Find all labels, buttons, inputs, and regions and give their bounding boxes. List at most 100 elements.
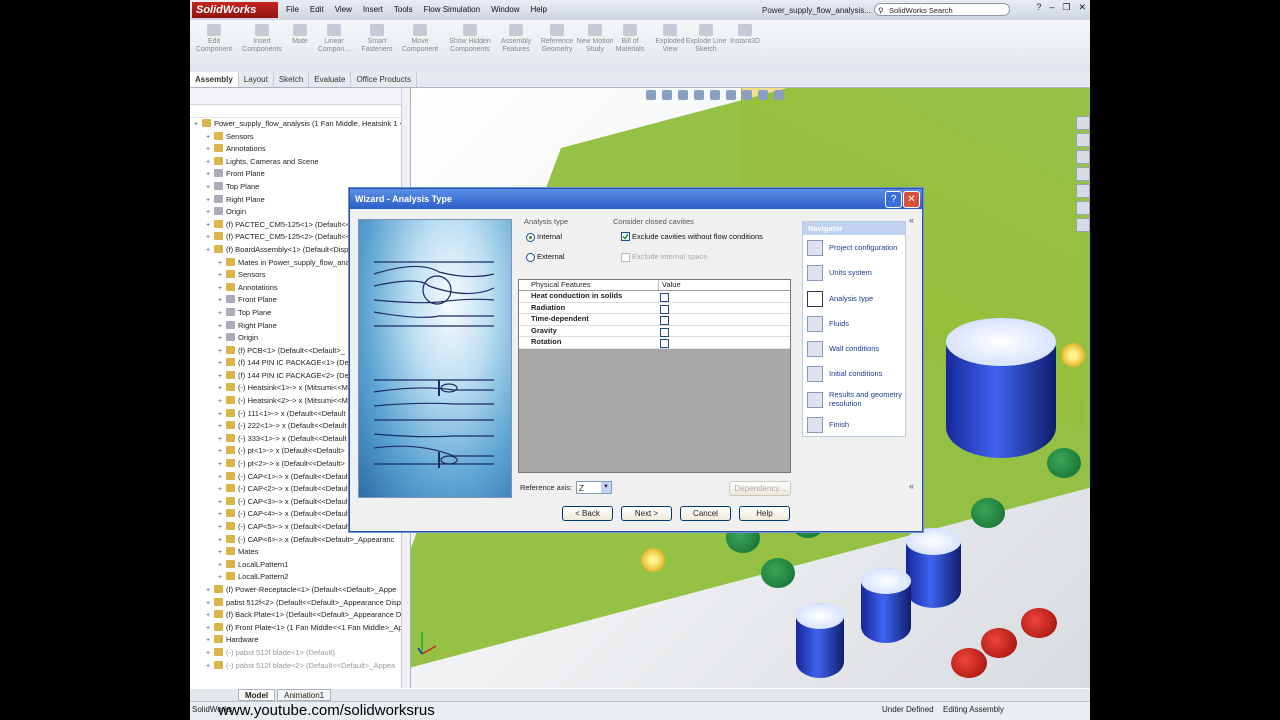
tree-item[interactable]: + (f) Back Plate<1> (Default<<Default>_Ap… xyxy=(190,609,410,622)
menu-view[interactable]: View xyxy=(335,0,352,20)
explode-line-sketch-button[interactable]: Explode Line Sketch xyxy=(684,24,728,54)
section-view-icon[interactable] xyxy=(694,90,704,100)
show-hidden-components-button[interactable]: Show Hidden Components xyxy=(448,24,492,54)
tab-layout[interactable]: Layout xyxy=(239,72,274,87)
tree-item-label: LocalLPattern2 xyxy=(238,572,289,582)
smart-fasteners-button[interactable]: Smart Fasteners xyxy=(355,24,399,54)
axis-triad-icon xyxy=(417,632,437,655)
exclude-no-flow-checkbox[interactable] xyxy=(621,232,630,241)
smart-fasteners-icon xyxy=(370,24,384,36)
menu-flow-simulation[interactable]: Flow Simulation xyxy=(424,0,480,20)
nav-results-resolution[interactable]: Results and geometry resolution xyxy=(803,387,905,412)
tree-item[interactable]: + Mates xyxy=(190,546,410,559)
tab-animation1[interactable]: Animation1 xyxy=(277,689,332,701)
scene-icon[interactable] xyxy=(774,90,784,100)
internal-radio[interactable] xyxy=(526,233,535,242)
menu-insert[interactable]: Insert xyxy=(363,0,383,20)
tree-item[interactable]: + (-) CAP<6>-> x (Default<<Default>_Appea… xyxy=(190,534,410,547)
help-icon[interactable]: ? xyxy=(1036,2,1041,13)
rotation-checkbox[interactable] xyxy=(660,339,669,348)
tree-item[interactable]: + (f) Front Plate<1> (1 Fan Middle<<1 Fan… xyxy=(190,622,410,635)
tree-item[interactable]: + LocalLPattern1 xyxy=(190,559,410,572)
reference-axis-select[interactable]: Z ▼ xyxy=(576,481,612,494)
zoom-to-fit-icon[interactable] xyxy=(646,90,656,100)
menu-tools[interactable]: Tools xyxy=(394,0,413,20)
table-row: Rotation xyxy=(519,337,790,349)
nav-units-system[interactable]: Units system xyxy=(803,260,905,285)
tree-filter[interactable] xyxy=(190,105,410,118)
tree-item-label: (-) 111<1>-> x (Default<<Default xyxy=(238,408,346,418)
instant3d-button[interactable]: Instant3D xyxy=(723,24,767,46)
restore-icon[interactable]: ❐ xyxy=(1062,2,1070,13)
tree-item-icon xyxy=(226,471,235,480)
menu-help[interactable]: Help xyxy=(531,0,547,20)
design-library-icon[interactable] xyxy=(1076,133,1090,147)
gravity-checkbox[interactable] xyxy=(660,327,669,337)
nav-analysis-type[interactable]: Analysis type xyxy=(803,286,905,311)
tree-item-label: (-) 333<1>-> x (Default<<Default xyxy=(238,433,347,443)
appearance-icon[interactable] xyxy=(758,90,768,100)
linear-component-pattern-button[interactable]: Linear Compon... xyxy=(312,24,356,54)
appearances-icon[interactable] xyxy=(1076,201,1090,215)
menu-edit[interactable]: Edit xyxy=(310,0,324,20)
resources-icon[interactable] xyxy=(1076,116,1090,130)
expand-icon[interactable]: + xyxy=(206,661,214,674)
search-input[interactable]: ⚲ SolidWorks Search xyxy=(874,3,1010,16)
menu-window[interactable]: Window xyxy=(491,0,519,20)
dialog-collapse-icon[interactable]: « xyxy=(909,481,914,491)
tab-evaluate[interactable]: Evaluate xyxy=(309,72,352,87)
tree-item-icon xyxy=(226,547,235,556)
tab-sketch[interactable]: Sketch xyxy=(274,72,310,87)
tab-assembly[interactable]: Assembly xyxy=(190,72,239,87)
external-radio[interactable] xyxy=(526,253,535,262)
radiation-checkbox[interactable] xyxy=(660,304,669,314)
zoom-area-icon[interactable] xyxy=(662,90,672,100)
exclude-internal-label: Exclude internal space xyxy=(632,252,708,261)
navigator-collapse-icon[interactable]: « xyxy=(909,215,914,225)
help-button[interactable]: Help xyxy=(739,506,790,521)
tree-item[interactable]: + (f) Power-Receptacle<1> (Default<<Defau… xyxy=(190,584,410,597)
nav-initial-conditions[interactable]: Initial conditions xyxy=(803,361,905,386)
time-dependent-checkbox[interactable] xyxy=(660,316,669,325)
tree-item[interactable]: + Front Plane xyxy=(190,168,410,181)
nav-wall-conditions[interactable]: Wall conditions xyxy=(803,336,905,361)
tree-item[interactable]: + (-) pabst 512f blade<2> (Default<<Defau… xyxy=(190,660,410,673)
back-button[interactable]: < Back xyxy=(562,506,613,521)
bill-of-materials-button[interactable]: Bill of Materials xyxy=(608,24,652,54)
edit-component-button[interactable]: Edit Component xyxy=(192,24,236,54)
nav-fluids[interactable]: Fluids xyxy=(803,311,905,336)
tree-item[interactable]: + Hardware xyxy=(190,634,410,647)
menu-file[interactable]: File xyxy=(286,0,299,20)
assembly-features-button[interactable]: Assembly Features xyxy=(494,24,538,54)
nav-project-configuration[interactable]: Project configuration xyxy=(803,235,905,260)
view-palette-icon[interactable] xyxy=(1076,184,1090,198)
custom-properties-icon[interactable] xyxy=(1076,218,1090,232)
file-explorer-icon[interactable] xyxy=(1076,150,1090,164)
close-icon[interactable]: ✕ xyxy=(1078,2,1086,13)
tab-office-products[interactable]: Office Products xyxy=(351,72,417,87)
tree-item[interactable]: + Power_supply_flow_analysis (1 Fan Middl… xyxy=(190,118,410,131)
tree-item[interactable]: + (-) pabst 512f blade<1> (Default) xyxy=(190,647,410,660)
heat-conduction-checkbox[interactable] xyxy=(660,293,669,302)
tree-item-icon xyxy=(226,408,235,417)
search-results-icon[interactable] xyxy=(1076,167,1090,181)
display-style-icon[interactable] xyxy=(726,90,736,100)
move-component-button[interactable]: Move Component xyxy=(398,24,442,54)
tab-model[interactable]: Model xyxy=(238,689,276,701)
dialog-close-icon[interactable]: ✕ xyxy=(903,191,920,208)
view-orientation-icon[interactable] xyxy=(710,90,720,100)
tree-item[interactable]: + Sensors xyxy=(190,131,410,144)
cancel-button[interactable]: Cancel xyxy=(680,506,731,521)
next-button[interactable]: Next > xyxy=(621,506,672,521)
tree-item[interactable]: + pabst 512f<2> (Default<<Default>_Appear… xyxy=(190,597,410,610)
previous-view-icon[interactable] xyxy=(678,90,688,100)
tree-item[interactable]: + Annotations xyxy=(190,143,410,156)
capacitor xyxy=(796,603,844,678)
hide-show-icon[interactable] xyxy=(742,90,752,100)
tree-item[interactable]: + LocalLPattern2 xyxy=(190,571,410,584)
minimize-icon[interactable]: – xyxy=(1049,2,1054,13)
capacitor xyxy=(861,568,911,643)
tree-item[interactable]: + Lights, Cameras and Scene xyxy=(190,156,410,169)
dialog-help-icon[interactable]: ? xyxy=(885,191,902,208)
nav-finish[interactable]: Finish xyxy=(803,412,905,437)
